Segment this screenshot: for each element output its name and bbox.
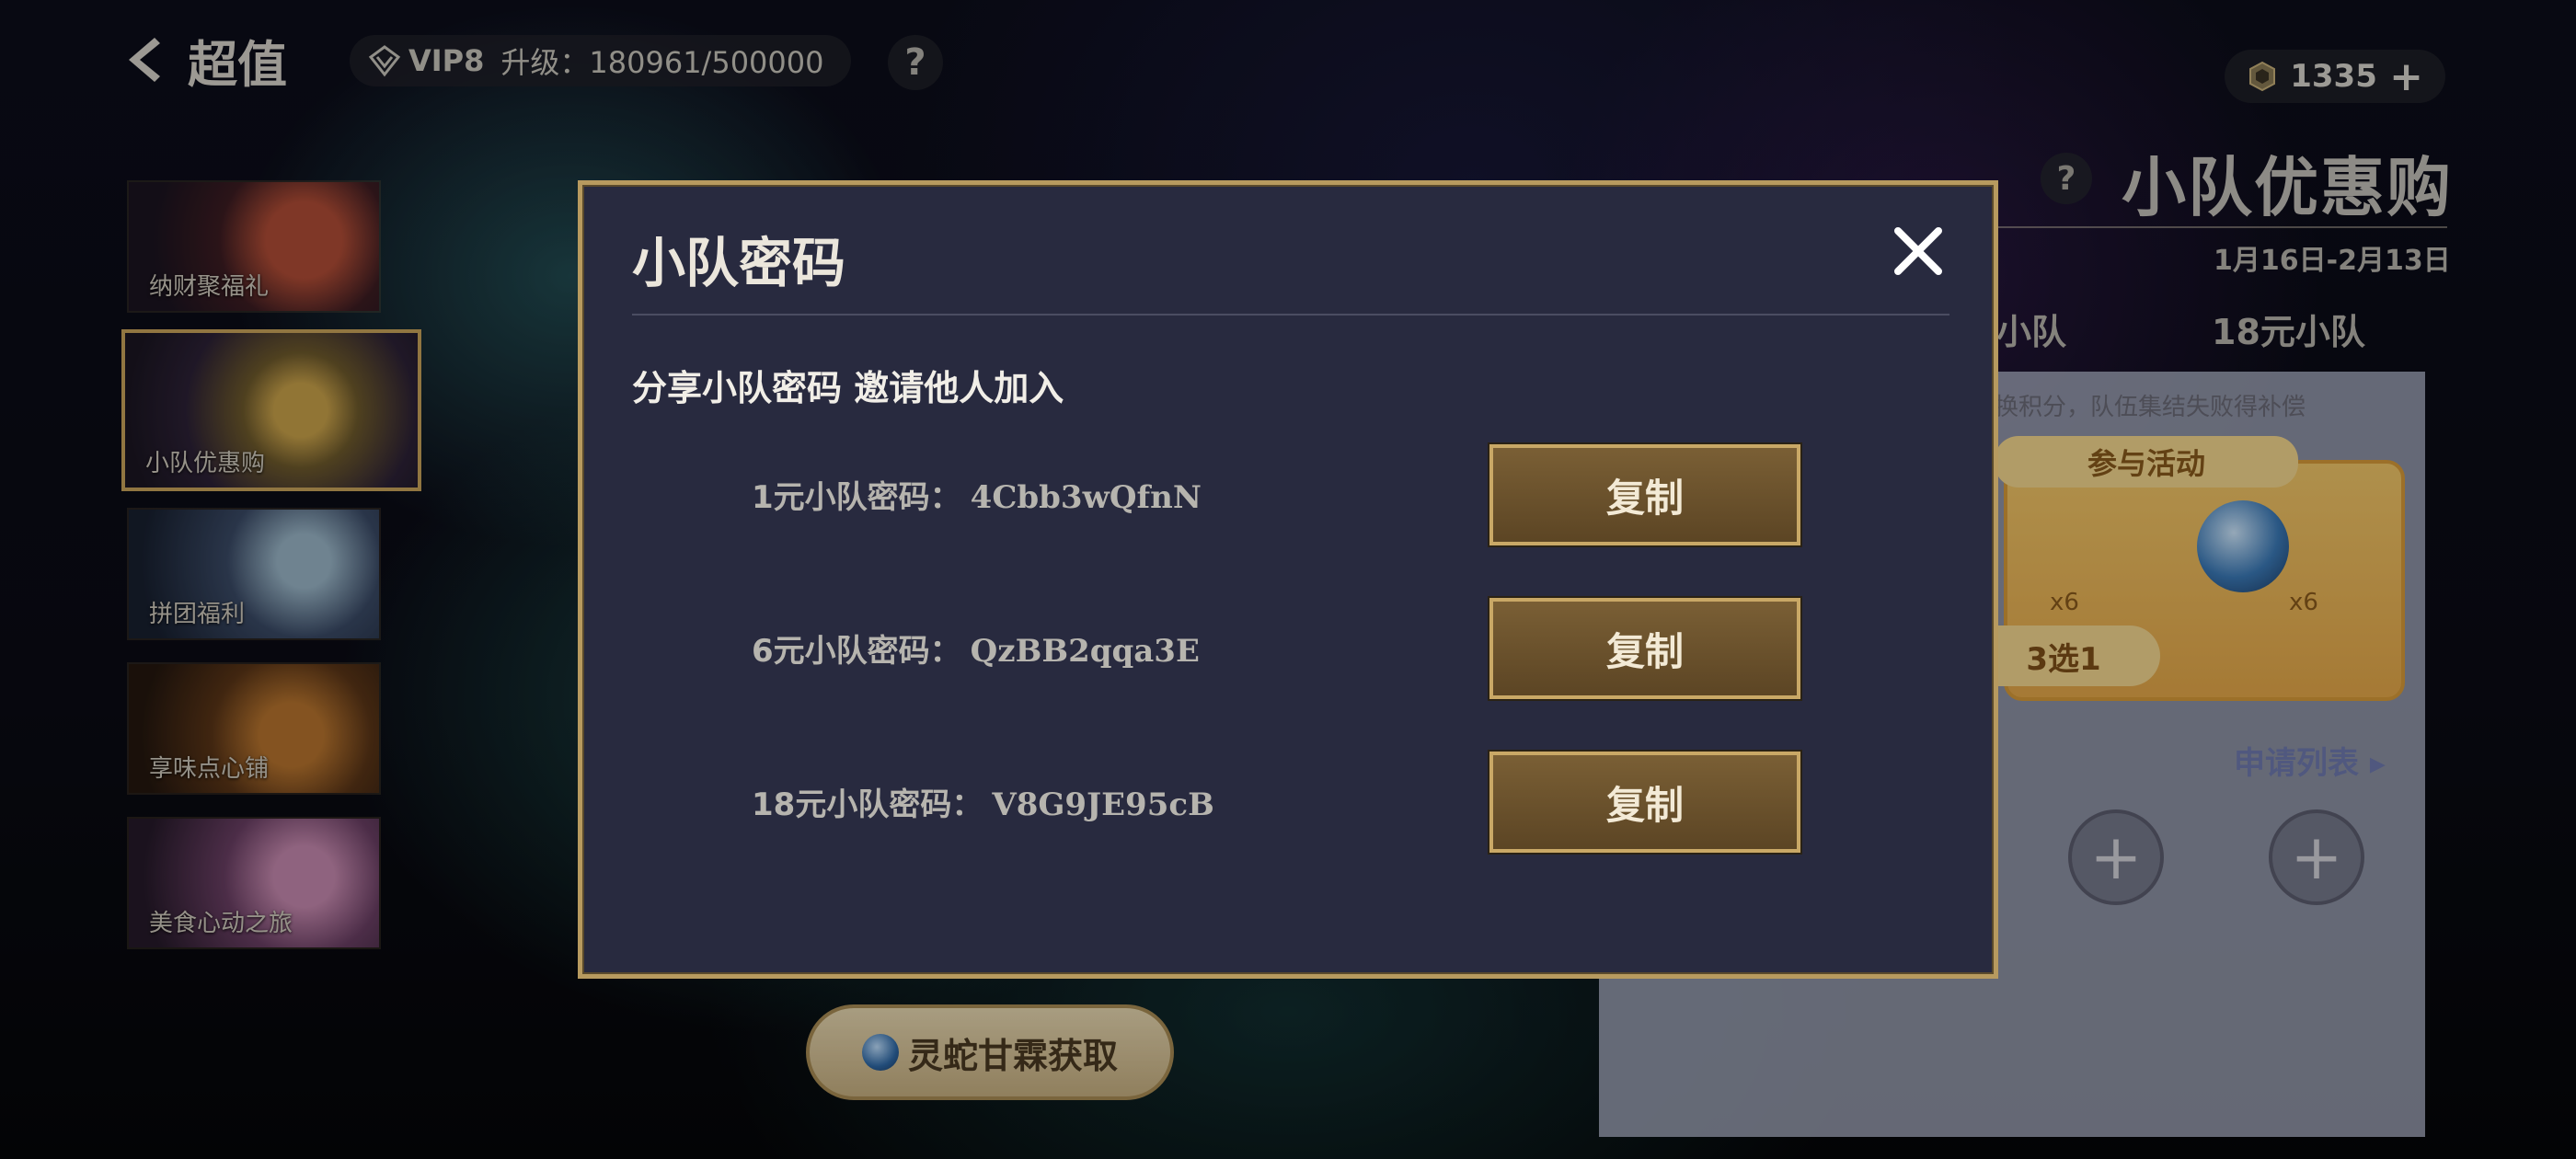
dialog-title: 小队密码 <box>632 232 846 294</box>
password-label: 6元小队密码： QzBB2qqa3E <box>752 625 1200 671</box>
copy-button[interactable]: 复制 <box>1488 442 1802 547</box>
password-tier: 18元小队密码： <box>752 786 983 823</box>
copy-button[interactable]: 复制 <box>1488 596 1802 701</box>
close-icon[interactable] <box>1889 222 1948 281</box>
password-label: 1元小队密码： 4Cbb3wQfnN <box>752 472 1202 517</box>
password-code: QzBB2qqa3E <box>970 633 1200 670</box>
password-code: 4Cbb3wQfnN <box>970 479 1202 516</box>
password-tier: 6元小队密码： <box>752 633 961 670</box>
password-tier: 1元小队密码： <box>752 479 961 516</box>
copy-button[interactable]: 复制 <box>1488 750 1802 855</box>
dialog-subtitle: 分享小队密码 邀请他人加入 <box>632 368 1064 408</box>
password-row: 18元小队密码： V8G9JE95cB 复制 <box>582 750 2003 855</box>
password-code: V8G9JE95cB <box>992 786 1214 823</box>
password-row: 6元小队密码： QzBB2qqa3E 复制 <box>582 596 2003 701</box>
dialog-divider <box>632 314 1949 316</box>
password-label: 18元小队密码： V8G9JE95cB <box>752 779 1214 824</box>
password-row: 1元小队密码： 4Cbb3wQfnN 复制 <box>582 442 2003 547</box>
team-password-dialog: 小队密码 分享小队密码 邀请他人加入 1元小队密码： 4Cbb3wQfnN 复制 … <box>578 180 1998 979</box>
